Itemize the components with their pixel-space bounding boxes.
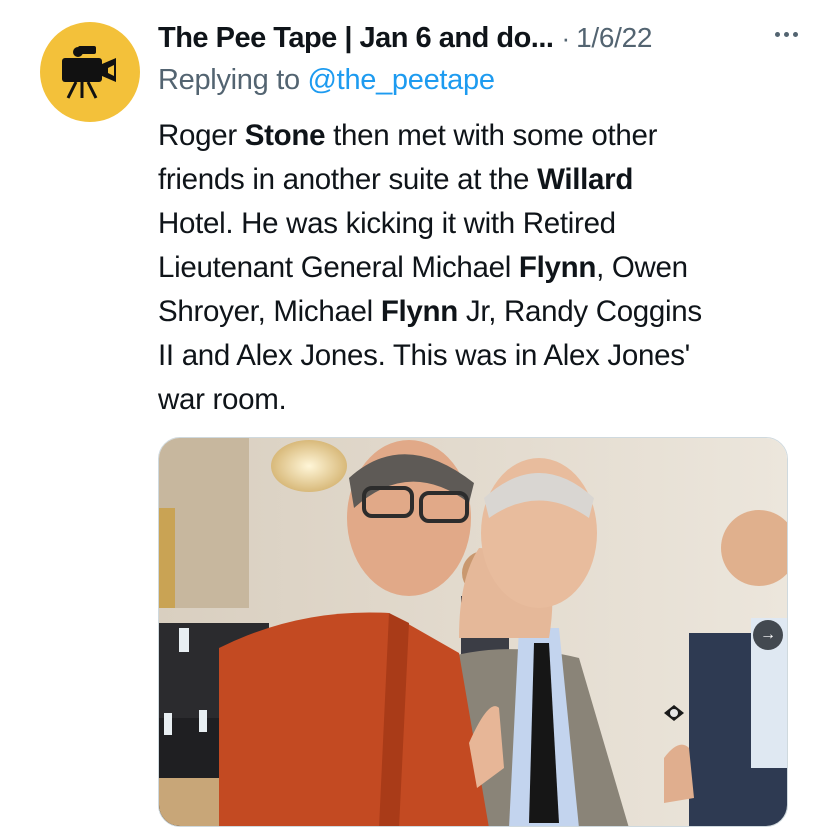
separator-dot: ·: [561, 22, 571, 53]
tweet-text-line: Hotel. He was kicking it with Retired: [158, 202, 798, 246]
tweet-photo[interactable]: →: [158, 437, 788, 827]
photo-image: [159, 438, 787, 826]
text-segment: , Owen: [596, 251, 688, 284]
text-segment: then met with some other: [325, 119, 658, 152]
movie-camera-icon: [62, 46, 116, 99]
tweet-text-line: war room.: [158, 378, 798, 422]
more-options-icon[interactable]: [775, 32, 798, 37]
tweet-text-line: Shroyer, Michael Flynn Jr, Randy Coggins: [158, 290, 798, 334]
author-name[interactable]: The Pee Tape | Jan 6 and do...: [158, 22, 554, 55]
text-segment: Roger: [158, 119, 245, 152]
text-segment: war room.: [158, 383, 287, 416]
bold-text-segment: Flynn: [518, 251, 597, 284]
tweet-header: The Pee Tape | Jan 6 and do... · 1/6/22: [158, 18, 798, 58]
tweet-text-line: Lieutenant General Michael Flynn, Owen: [158, 246, 798, 290]
tweet-text-line: Roger Stone then met with some other: [158, 114, 798, 158]
bold-text-segment: Stone: [244, 119, 326, 152]
text-segment: Hotel. He was kicking it with Retired: [158, 207, 616, 240]
bold-text-segment: Flynn: [380, 295, 458, 328]
text-segment: II and Alex Jones. This was in Alex Jone…: [158, 339, 690, 372]
text-segment: Lieutenant General Michael: [158, 251, 519, 284]
text-segment: Shroyer, Michael: [158, 295, 381, 328]
reply-handle-link[interactable]: @the_peetape: [308, 64, 495, 96]
replying-to: Replying to @the_peetape: [158, 64, 495, 97]
tweet-text-line: II and Alex Jones. This was in Alex Jone…: [158, 334, 798, 378]
tweet-text-line: friends in another suite at the Willard: [158, 158, 798, 202]
tweet-text: Roger Stone then met with some other frie…: [158, 114, 798, 422]
reply-prefix: Replying to: [158, 64, 308, 96]
bold-text-segment: Willard: [537, 163, 634, 196]
tweet-date[interactable]: 1/6/22: [576, 22, 652, 54]
avatar[interactable]: [40, 22, 140, 122]
arrow-right-icon[interactable]: →: [753, 620, 783, 650]
text-segment: friends in another suite at the: [158, 163, 538, 196]
text-segment: Jr, Randy Coggins: [457, 295, 702, 328]
